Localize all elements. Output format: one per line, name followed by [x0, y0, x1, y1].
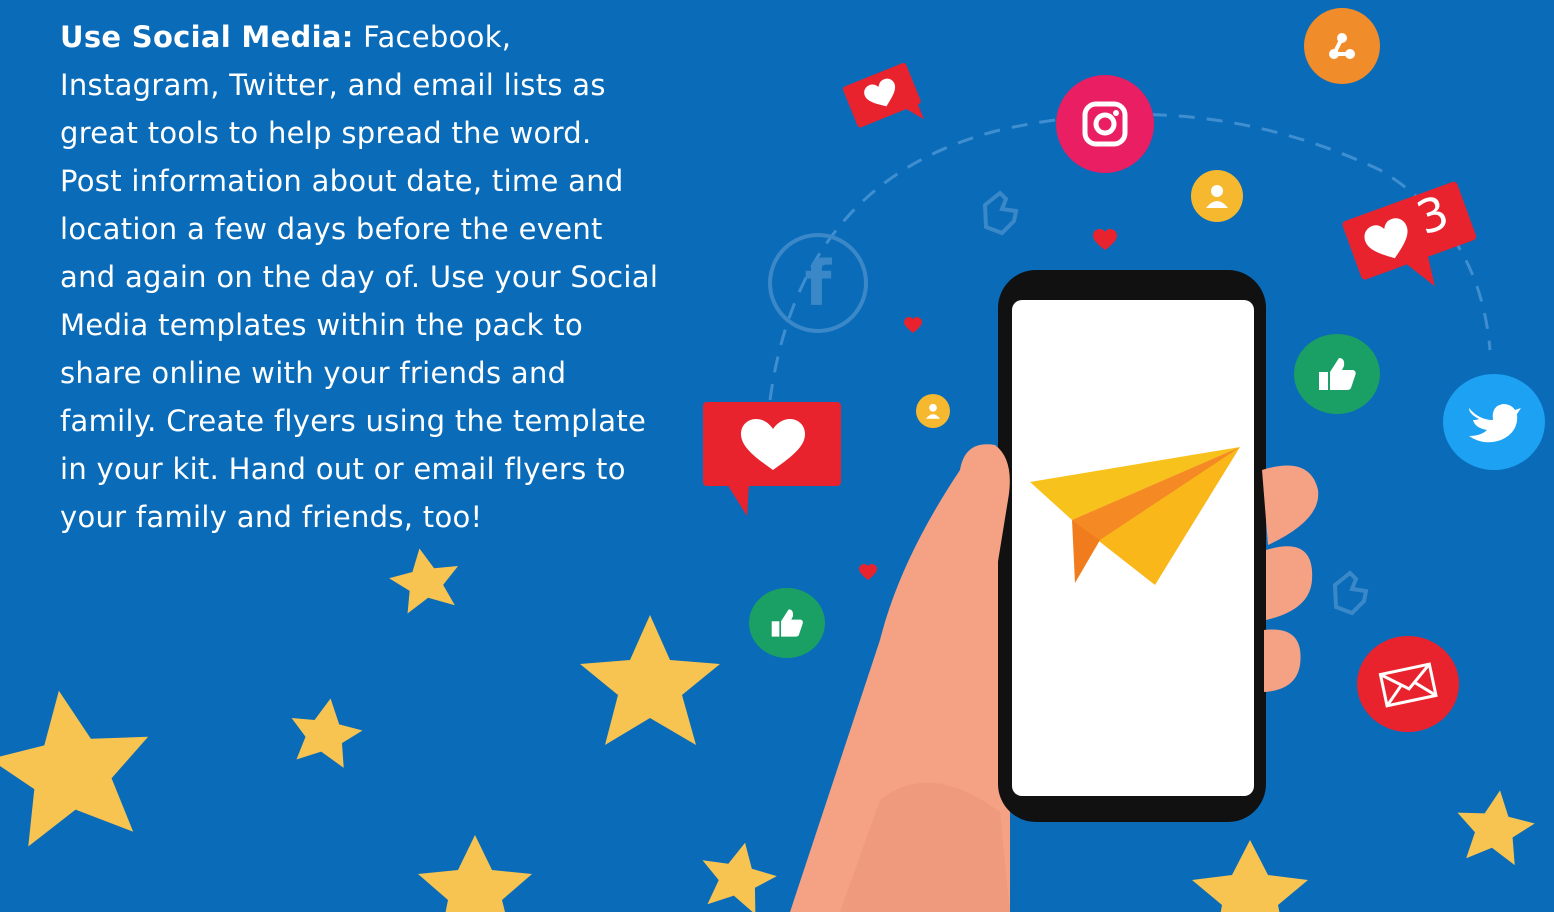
user-icon	[1191, 170, 1243, 222]
heart-icon	[703, 402, 841, 516]
twitter-icon	[1443, 374, 1545, 470]
heart-icon	[842, 62, 924, 128]
star	[1192, 840, 1308, 912]
like-icon	[749, 588, 825, 658]
user-icon	[916, 394, 950, 428]
star	[702, 842, 777, 912]
like-icon	[982, 190, 1019, 236]
like-icon	[1294, 334, 1380, 414]
hand-fingers	[1262, 465, 1319, 692]
like-icon	[1332, 570, 1369, 616]
notification-badge: 3	[1338, 170, 1478, 300]
star	[580, 615, 720, 745]
star	[1457, 790, 1535, 866]
paragraph-lead: Use Social Media:	[60, 20, 354, 54]
star	[389, 548, 459, 614]
svg-text:f: f	[805, 247, 833, 320]
star	[418, 835, 532, 912]
paragraph-body: Facebook, Instagram, Twitter, and email …	[60, 20, 659, 534]
instagram-icon	[1056, 75, 1154, 173]
mail-icon	[1357, 636, 1459, 732]
social-media-paragraph: Use Social Media: Facebook, Instagram, T…	[60, 13, 660, 541]
star	[291, 698, 363, 768]
share-icon	[1304, 8, 1380, 84]
star	[0, 690, 149, 847]
